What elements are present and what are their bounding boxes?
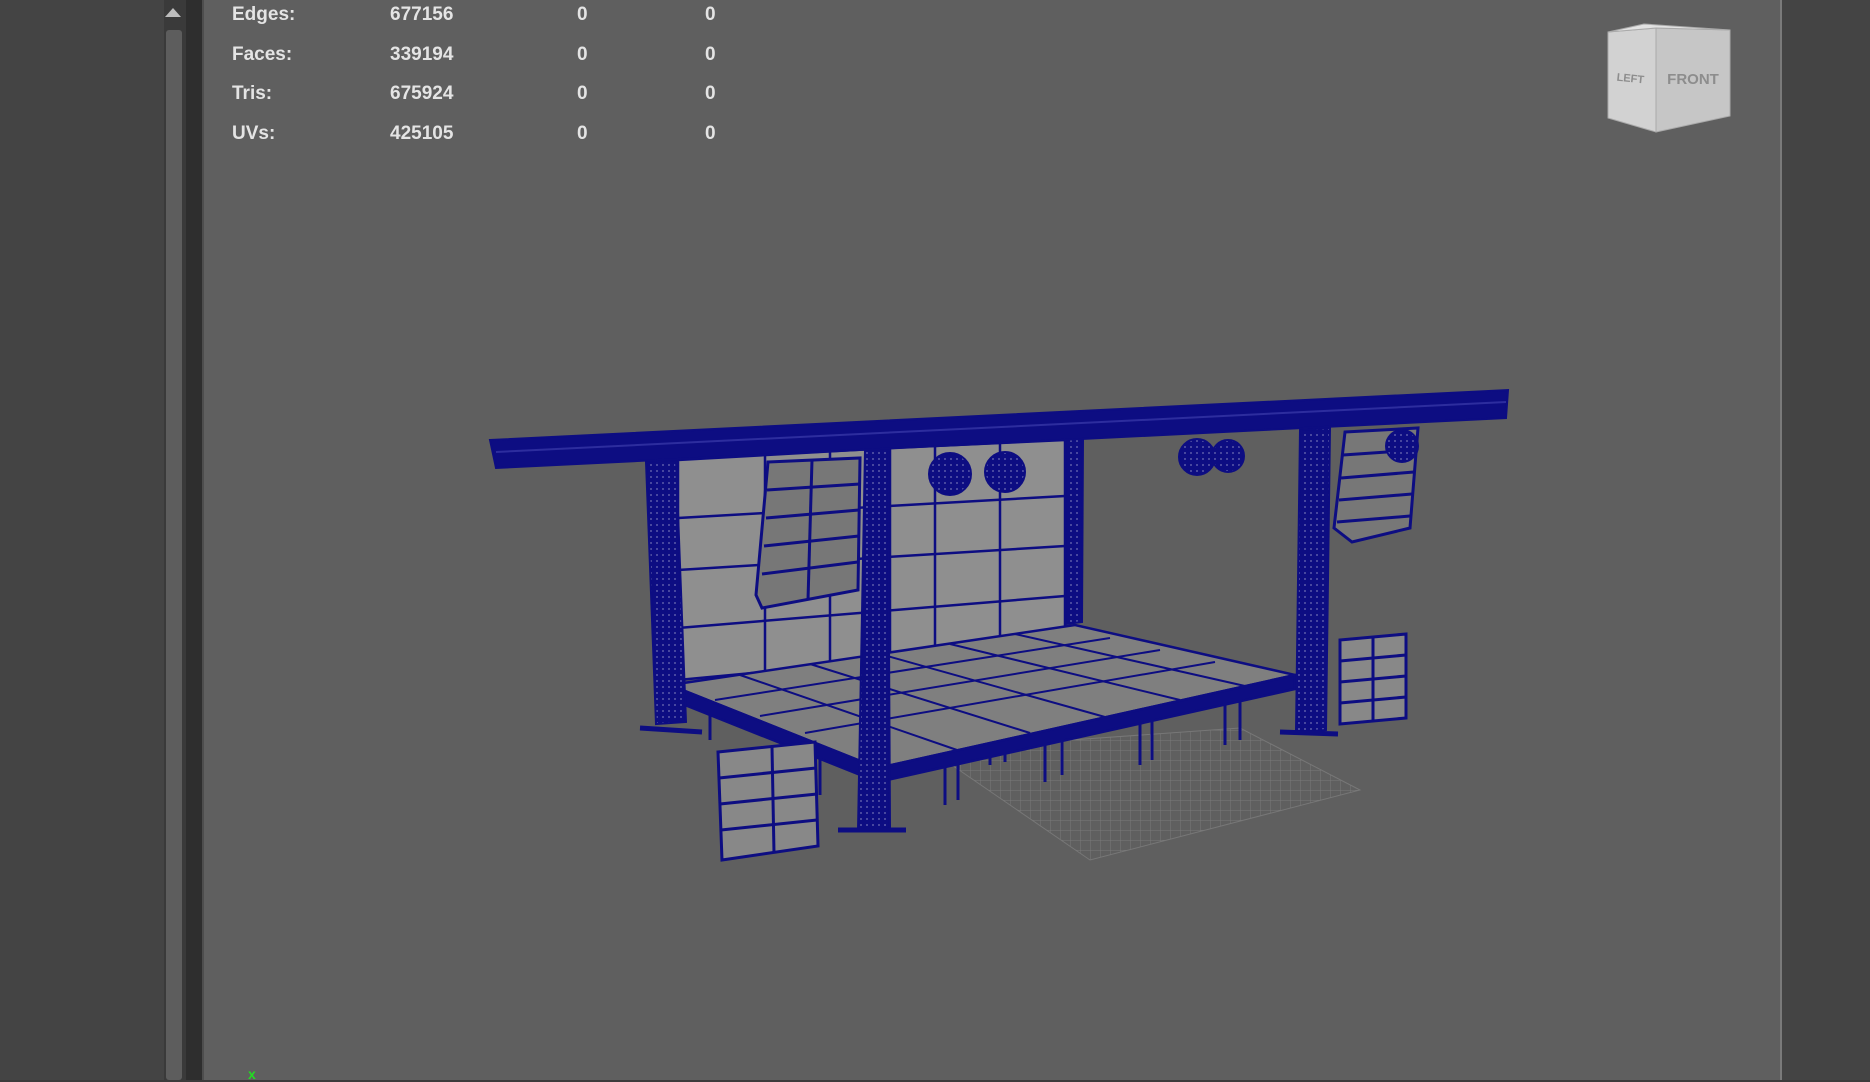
right-side-panel[interactable]: [1782, 0, 1870, 1080]
speaker-stack-right: [1338, 632, 1408, 726]
stage-wireframe-model[interactable]: [202, 0, 1782, 1080]
scroll-up-arrow-icon[interactable]: [165, 8, 181, 17]
panel-divider[interactable]: [186, 0, 202, 1080]
line-array-speaker-left: [754, 456, 862, 610]
scrollbar-thumb[interactable]: [166, 30, 182, 1080]
speaker-stack-left: [716, 740, 820, 862]
outliner-panel[interactable]: [0, 0, 166, 1080]
